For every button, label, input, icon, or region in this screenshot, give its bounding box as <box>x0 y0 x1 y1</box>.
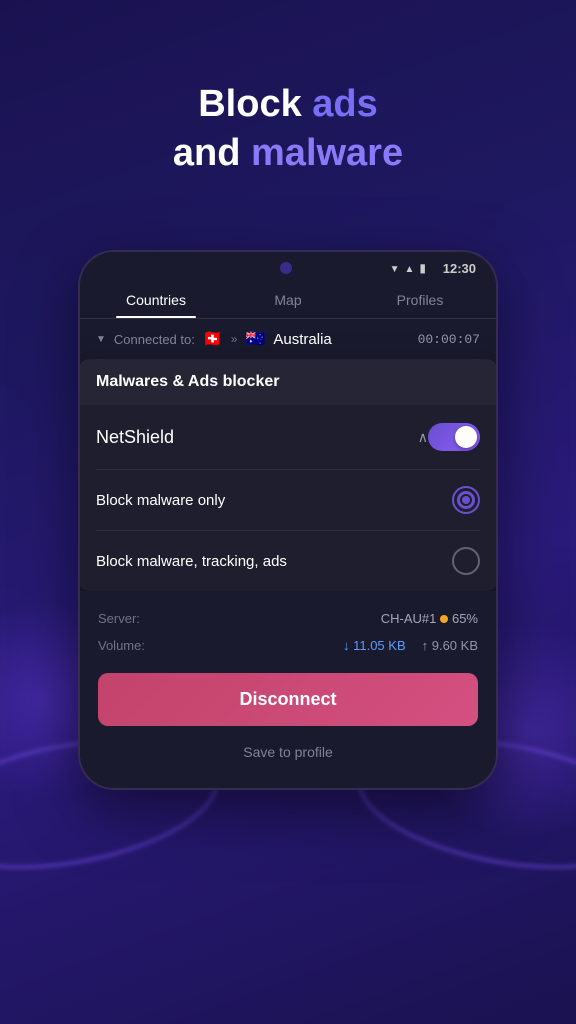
load-dot <box>440 615 448 623</box>
headline-block: Block ads <box>198 83 378 125</box>
phone-frame: 12:30 Countries Map Profiles ▼ Connected… <box>78 250 498 790</box>
option-malware-tracking-ads[interactable]: Block malware, tracking, ads <box>96 531 480 591</box>
phone-mockup: 12:30 Countries Map Profiles ▼ Connected… <box>78 250 498 790</box>
signal-icon <box>404 259 414 277</box>
popup-title: Malwares & Ads blocker <box>96 373 279 390</box>
save-profile-link[interactable]: Save to profile <box>98 736 478 774</box>
server-label: Server: <box>98 611 178 626</box>
to-flag: 🇦🇺 <box>245 329 265 349</box>
tab-bar: Countries Map Profiles <box>80 280 496 319</box>
wifi-icon <box>390 259 400 277</box>
volume-values: ↓ 11.05 KB ↑ 9.60 KB <box>343 638 478 653</box>
toggle-knob <box>455 426 477 448</box>
volume-upload: ↑ 9.60 KB <box>422 638 478 653</box>
headline-malware: and malware <box>173 132 403 174</box>
popup-header: Malwares & Ads blocker <box>78 359 498 405</box>
option-tracking-ads-label: Block malware, tracking, ads <box>96 553 452 570</box>
battery-icon <box>419 259 426 277</box>
radio-tracking-ads[interactable] <box>452 547 480 575</box>
chevron-up-icon: ∧ <box>418 429 428 446</box>
load-indicator: 65% <box>440 611 478 626</box>
option-malware-only-label: Block malware only <box>96 492 452 509</box>
header-section: Block ads and malware <box>173 80 403 179</box>
netshield-row: NetShield ∧ <box>96 405 480 470</box>
server-row: Server: CH-AU#1 65% <box>98 605 478 632</box>
chevron-down-icon: ▼ <box>96 334 106 345</box>
tab-countries[interactable]: Countries <box>90 280 222 318</box>
from-flag: 🇨🇭 <box>203 329 223 349</box>
volume-download: ↓ 11.05 KB <box>343 638 406 653</box>
netshield-label: NetShield <box>96 427 410 448</box>
tab-profiles[interactable]: Profiles <box>354 280 486 318</box>
volume-row: Volume: ↓ 11.05 KB ↑ 9.60 KB <box>98 632 478 659</box>
radio-inner <box>457 491 475 509</box>
status-time: 12:30 <box>443 261 476 276</box>
disconnect-button[interactable]: Disconnect <box>98 673 478 726</box>
volume-label: Volume: <box>98 638 178 653</box>
status-icons <box>390 259 426 277</box>
netshield-toggle[interactable] <box>428 423 480 451</box>
tab-map[interactable]: Map <box>222 280 354 318</box>
connection-timer: 00:00:07 <box>418 332 480 347</box>
radio-malware-only[interactable] <box>452 486 480 514</box>
option-malware-only[interactable]: Block malware only <box>96 470 480 531</box>
server-value: CH-AU#1 65% <box>381 611 478 626</box>
bottom-panel: Server: CH-AU#1 65% Volume: ↓ 11.05 KB ↑… <box>80 591 496 788</box>
arrow-right-icon: » <box>231 332 238 346</box>
popup-body: NetShield ∧ Block malware only Block mal… <box>78 405 498 591</box>
headline: Block ads and malware <box>173 80 403 179</box>
popup-panel: Malwares & Ads blocker NetShield ∧ Block… <box>78 359 498 591</box>
connected-section: ▼ Connected to: 🇨🇭 » 🇦🇺 Australia 00:00:… <box>80 319 496 359</box>
status-bar: 12:30 <box>80 252 496 280</box>
camera-notch <box>280 262 292 274</box>
